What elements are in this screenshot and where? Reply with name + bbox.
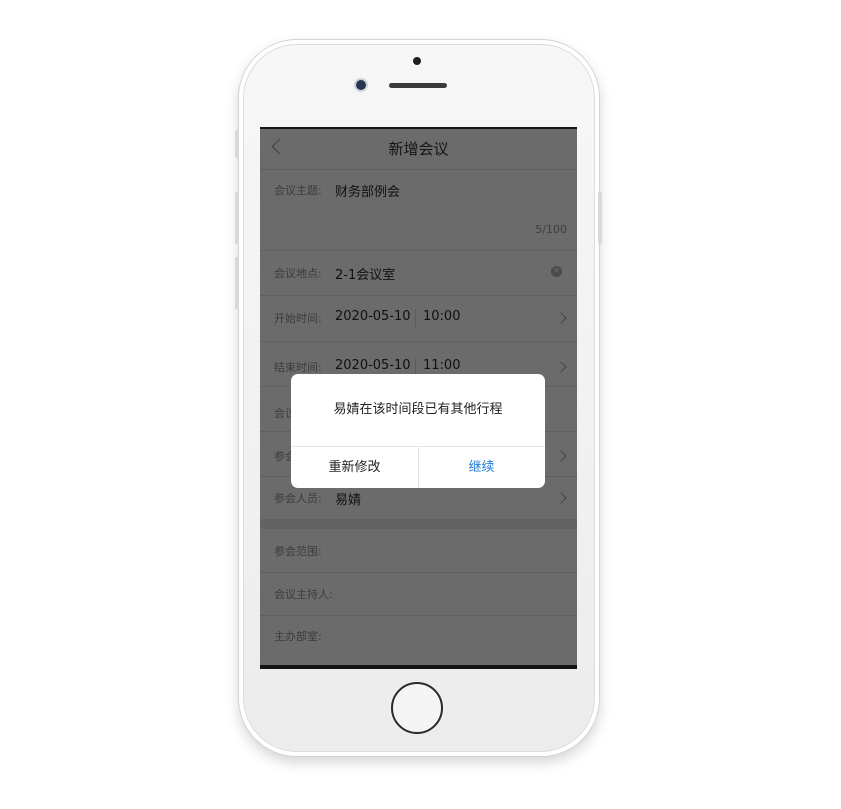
location-input[interactable]: 2-1会议室: [335, 264, 395, 283]
attendees-value[interactable]: 易婧: [335, 489, 361, 508]
continue-button[interactable]: 继续: [418, 447, 545, 488]
end-date-value[interactable]: 2020-05-10: [335, 358, 411, 373]
power-button: [598, 192, 602, 244]
topic-label: 会议主题:: [274, 184, 322, 197]
volume-down-button: [235, 257, 239, 309]
modify-button[interactable]: 重新修改: [291, 447, 418, 488]
attendees-label: 参会人员:: [274, 492, 322, 505]
start-time-row[interactable]: 开始时间: 2020-05-10 10:00: [260, 296, 577, 340]
end-time-value[interactable]: 11:00: [423, 358, 460, 373]
chevron-right-icon: [555, 492, 567, 504]
chevron-right-icon: [555, 361, 567, 373]
front-camera-icon: [356, 80, 366, 90]
sensor-icon: [413, 57, 421, 65]
chevron-right-icon: [555, 312, 567, 324]
chevron-right-icon: [555, 450, 567, 462]
topic-char-counter: 5/100: [535, 223, 567, 236]
date-time-divider: [415, 309, 416, 327]
home-button[interactable]: [391, 682, 443, 734]
earpiece-speaker: [389, 83, 447, 88]
volume-up-button: [235, 192, 239, 244]
topic-row[interactable]: 会议主题: 财务部例会 5/100: [260, 170, 577, 250]
dialog-message: 易婧在该时间段已有其他行程: [333, 402, 503, 417]
end-time-label: 结束时间:: [274, 361, 322, 374]
clear-icon[interactable]: ×: [551, 266, 562, 277]
dept-label: 主办部室:: [274, 630, 322, 643]
scope-row[interactable]: 参会范围:: [260, 529, 577, 571]
host-label: 会议主持人:: [274, 588, 333, 601]
start-date-value[interactable]: 2020-05-10: [335, 309, 411, 324]
topic-input[interactable]: 财务部例会: [335, 181, 400, 200]
nav-bar: 新增会议: [260, 129, 577, 170]
scope-label: 参会范围:: [274, 545, 322, 558]
start-time-label: 开始时间:: [274, 312, 322, 325]
host-row[interactable]: 会议主持人:: [260, 573, 577, 615]
dept-row[interactable]: 主办部室:: [260, 616, 577, 658]
section-gap: [260, 519, 577, 529]
page-title: 新增会议: [388, 140, 449, 158]
mute-switch: [235, 130, 239, 158]
conflict-dialog: 易婧在该时间段已有其他行程 重新修改 继续: [291, 374, 545, 488]
location-row[interactable]: 会议地点: 2-1会议室 ×: [260, 251, 577, 295]
start-time-value[interactable]: 10:00: [423, 309, 460, 324]
location-label: 会议地点:: [274, 267, 322, 280]
